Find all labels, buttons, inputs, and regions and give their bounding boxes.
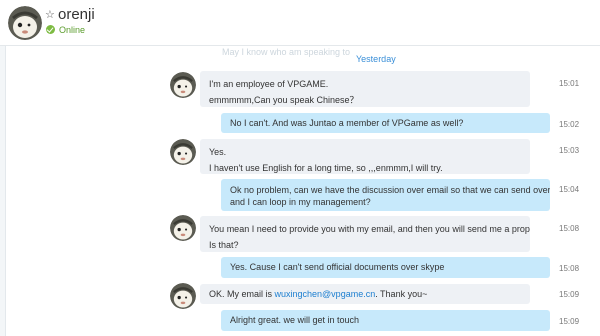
message-timestamp: 15:02 <box>559 120 580 129</box>
message-text: Yes. <box>209 147 227 157</box>
message-text: You mean I need to provide you with my e… <box>209 224 530 234</box>
previous-message-preview: May I know who am speaking to <box>222 47 351 57</box>
contact-name: orenji <box>58 6 95 23</box>
message-text: I haven't use English for a long time, s… <box>209 163 443 173</box>
presence-status: Online <box>59 25 86 35</box>
message-bubble-outgoing[interactable]: Ok no problem, can we have the discussio… <box>221 179 550 211</box>
sidebar-edge <box>0 0 6 336</box>
message-text: No I can't. And was Juntao a member of V… <box>230 118 464 128</box>
message-timestamp: 15:03 <box>559 146 580 155</box>
chat-header: ☆ orenji Online <box>0 0 600 46</box>
message-bubble-incoming[interactable]: OK. My email is wuxingchen@vpgame.cn. Th… <box>200 284 530 304</box>
message-text: and I can loop in my management? <box>230 197 371 207</box>
message-timestamp: 15:09 <box>559 317 580 326</box>
date-separator: Yesterday <box>356 54 396 64</box>
message-bubble-outgoing[interactable]: No I can't. And was Juntao a member of V… <box>221 113 550 133</box>
message-timestamp: 15:08 <box>559 224 580 233</box>
sender-avatar[interactable] <box>170 283 196 309</box>
message-text: . Thank you~ <box>375 289 428 299</box>
online-status-icon <box>46 25 55 34</box>
message-bubble-incoming[interactable]: You mean I need to provide you with my e… <box>200 216 530 252</box>
message-bubble-outgoing[interactable]: Yes. Cause I can't send official documen… <box>221 257 550 278</box>
message-bubble-incoming[interactable]: I'm an employee of VPGAME. emmmmm,Can yo… <box>200 71 530 107</box>
message-text: Ok no problem, can we have the discussio… <box>230 185 550 195</box>
message-text: emmmmm,Can you speak Chinese？ <box>209 95 359 105</box>
sender-avatar[interactable] <box>170 139 196 165</box>
message-text: Yes. Cause I can't send official documen… <box>230 262 445 272</box>
email-link[interactable]: wuxingchen@vpgame.cn <box>275 289 376 299</box>
favorite-star-icon[interactable]: ☆ <box>45 9 55 21</box>
contact-avatar[interactable] <box>8 6 42 40</box>
sender-avatar[interactable] <box>170 215 196 241</box>
message-bubble-outgoing[interactable]: Alright great. we will get in touch <box>221 310 550 331</box>
sender-avatar[interactable] <box>170 72 196 98</box>
message-text: Alright great. we will get in touch <box>230 315 360 325</box>
message-bubble-incoming[interactable]: Yes. I haven't use English for a long ti… <box>200 139 530 174</box>
message-timestamp: 15:04 <box>559 185 580 194</box>
message-text: Is that? <box>209 240 239 250</box>
message-timestamp: 15:08 <box>559 264 580 273</box>
message-text: I'm an employee of VPGAME. <box>209 79 329 89</box>
message-timestamp: 15:09 <box>559 290 580 299</box>
message-text: OK. My email is <box>209 289 275 299</box>
message-timestamp: 15:01 <box>559 79 580 88</box>
